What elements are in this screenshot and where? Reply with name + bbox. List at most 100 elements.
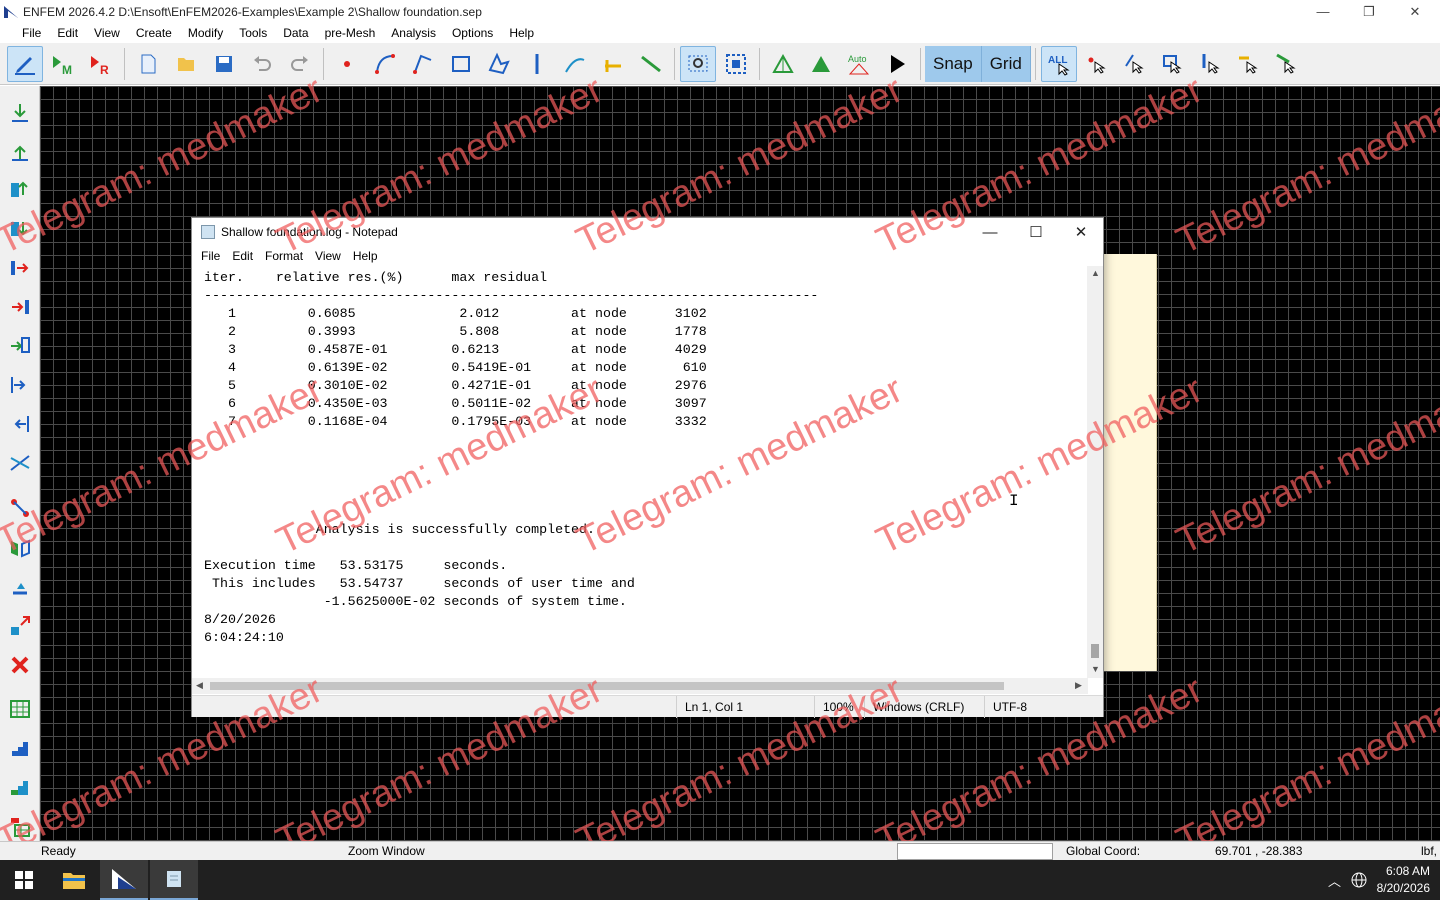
network-globe-icon[interactable] [1350,871,1368,889]
polygon-tool-button[interactable] [481,46,517,82]
notepad-title: Shallow foundation.log - Notepad [221,225,398,239]
notepad-menu-view[interactable]: View [309,249,347,263]
menu-edit[interactable]: Edit [49,23,86,43]
tray-chevron-icon[interactable]: ︿ [1328,871,1341,890]
mesh-refine-button[interactable] [803,46,839,82]
move-down-button[interactable] [7,216,33,242]
enfem-taskbar-button[interactable] [100,860,148,900]
select-point-button[interactable] [1079,46,1115,82]
menu-tools[interactable]: Tools [231,23,275,43]
line-icon [641,55,661,72]
menu-options[interactable]: Options [444,23,501,43]
select-area-button[interactable] [1155,46,1191,82]
redo-button[interactable] [282,46,318,82]
scroll-left-icon[interactable]: ◀ [196,680,203,691]
notepad-menu-format[interactable]: Format [259,249,309,263]
menu-pre-mesh[interactable]: pre-Mesh [317,23,384,43]
move-r-button[interactable]: R [83,46,119,82]
node-split-button[interactable] [7,495,33,521]
vertical-line-tool-button[interactable] [519,46,555,82]
snap-toggle[interactable]: Snap [925,45,982,82]
intersect-button[interactable] [7,450,33,476]
fix-x-button[interactable] [7,372,33,398]
dimension-tool-button[interactable] [595,46,631,82]
auto-mesh-button[interactable]: Auto [841,46,877,82]
pencil-tool-button[interactable] [7,45,43,82]
horizontal-scroll-thumb[interactable] [210,682,1004,690]
file-explorer-button[interactable] [50,860,98,900]
horizontal-scrollbar[interactable]: ◀ ▶ [192,678,1088,694]
menu-file[interactable]: File [14,23,49,43]
menu-view[interactable]: View [86,23,128,43]
status-mode: Zoom Window [348,844,425,858]
select-dimension-icon [1238,56,1258,74]
run-analysis-button[interactable] [879,46,915,82]
vertical-scrollbar[interactable]: ▲ ▼ [1087,266,1103,678]
select-dimension-button[interactable] [1231,46,1267,82]
open-file-button[interactable] [168,46,204,82]
scroll-down-icon[interactable]: ▼ [1091,664,1100,674]
start-button[interactable] [0,860,48,900]
save-button[interactable] [206,46,242,82]
mesh-generate-button[interactable] [765,46,801,82]
rotate-button[interactable] [7,575,33,601]
notepad-close-button[interactable]: ✕ [1058,218,1104,246]
arrow-r-icon: R [91,55,109,76]
save-icon [216,55,232,72]
rectangle-tool-button[interactable] [443,46,479,82]
fixed-support-button[interactable] [7,294,33,320]
menu-modify[interactable]: Modify [180,23,231,43]
connect-button[interactable] [7,332,33,358]
select-all-button[interactable]: ALL [1040,45,1077,82]
curve-tool-button[interactable] [557,46,593,82]
select-element-button[interactable] [1269,46,1305,82]
mirror-button[interactable] [7,535,33,561]
table-button[interactable] [7,696,33,722]
layers-button[interactable] [7,735,33,761]
material-button[interactable] [7,774,33,800]
move-m-button[interactable]: M [45,46,81,82]
notepad-minimize-button[interactable]: — [967,218,1013,246]
restore-button[interactable]: ❐ [1346,0,1392,23]
notepad-menu-file[interactable]: File [195,249,226,263]
notepad-menu-edit[interactable]: Edit [226,249,259,263]
grid-toggle[interactable]: Grid [981,45,1031,82]
load-up-button[interactable] [7,139,33,165]
notepad-text-area[interactable]: iter. relative res.(%) max residual ----… [192,266,1088,678]
taskbar-clock[interactable]: 6:08 AM 8/20/2026 [1377,863,1430,897]
zoom-button[interactable] [680,45,716,82]
data-table-button[interactable] [7,814,33,840]
menu-help[interactable]: Help [501,23,542,43]
close-button[interactable]: ✕ [1392,0,1438,23]
menu-create[interactable]: Create [128,23,180,43]
load-down-button[interactable] [7,100,33,126]
support-button[interactable] [7,255,33,281]
move-up-button[interactable] [7,177,33,203]
menu-analysis[interactable]: Analysis [383,23,444,43]
toolbar-divider [674,47,675,80]
scale-button[interactable] [7,613,33,639]
minimize-button[interactable]: — [1300,0,1346,23]
select-vertical-button[interactable] [1193,46,1229,82]
scroll-right-icon[interactable]: ▶ [1075,680,1082,691]
zoom-extents-button[interactable] [718,46,754,82]
polyline-tool-button[interactable] [405,46,441,82]
app-titlebar: ENFEM 2026.4.2 D:\Ensoft\EnFEM2026-Examp… [0,0,1440,23]
menu-data[interactable]: Data [275,23,316,43]
new-file-button[interactable] [130,46,166,82]
vertical-scroll-thumb[interactable] [1091,644,1099,658]
connect-icon [11,337,30,353]
notepad-maximize-button[interactable]: ☐ [1013,218,1059,246]
scroll-up-icon[interactable]: ▲ [1091,268,1100,278]
arc-tool-button[interactable] [367,46,403,82]
model-region[interactable] [1104,254,1157,671]
fix-y-button[interactable] [7,411,33,437]
notepad-taskbar-button[interactable] [150,860,198,900]
point-tool-button[interactable] [329,46,365,82]
undo-button[interactable] [244,46,280,82]
select-line-button[interactable] [1117,46,1153,82]
enfem-logo-icon [4,5,18,18]
notepad-menu-help[interactable]: Help [347,249,384,263]
line-tool-button[interactable] [633,46,669,82]
delete-button[interactable] [7,652,33,678]
